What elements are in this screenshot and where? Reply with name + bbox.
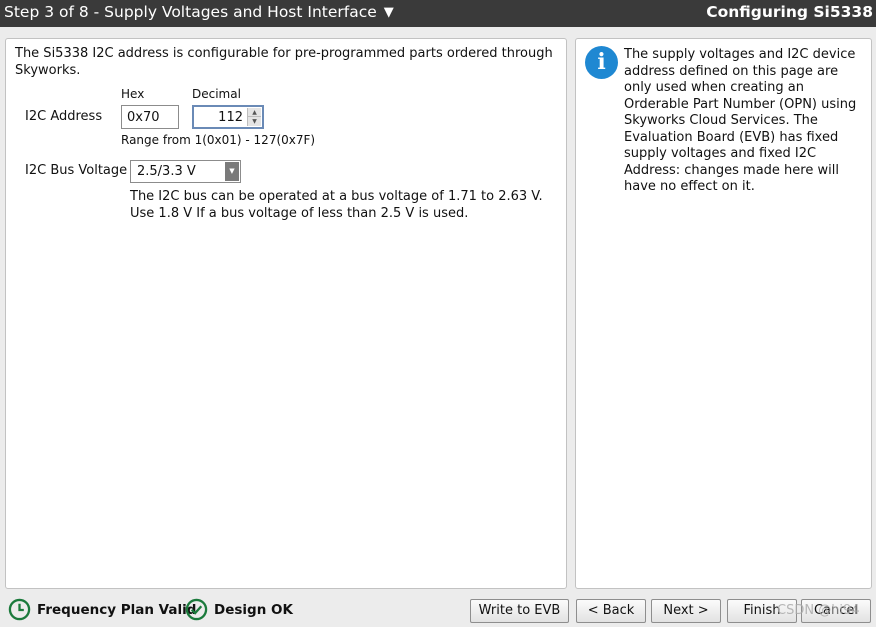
configuring-title: Configuring Si5338: [706, 3, 873, 21]
info-text: The supply voltages and I2C device addre…: [624, 47, 857, 194]
address-range-text: Range from 1(0x01) - 127(0x7F): [121, 133, 316, 147]
i2c-address-label: I2C Address: [25, 109, 103, 124]
decimal-address-input[interactable]: [194, 107, 246, 127]
write-to-evb-button[interactable]: Write to EVB: [470, 599, 569, 623]
step-title: Step 3 of 8 - Supply Voltages and Host I…: [4, 3, 377, 21]
bus-voltage-note: The I2C bus can be operated at a bus vol…: [130, 189, 543, 221]
hex-heading: Hex: [121, 87, 145, 101]
design-status: Design OK: [185, 598, 293, 621]
info-panel: i The supply voltages and I2C device add…: [575, 38, 872, 589]
decimal-heading: Decimal: [192, 87, 241, 101]
finish-button[interactable]: Finish: [727, 599, 797, 623]
dropdown-arrow-icon: ▼: [383, 4, 394, 20]
decimal-address-spinbox[interactable]: ▲ ▼: [192, 105, 264, 129]
hex-address-input[interactable]: [121, 105, 179, 129]
spinner: ▲ ▼: [247, 108, 261, 126]
i2c-bus-voltage-label: I2C Bus Voltage: [25, 163, 128, 178]
chevron-down-icon: ▼: [225, 162, 239, 181]
cancel-button[interactable]: Cancel: [801, 599, 871, 623]
intro-text: The Si5338 I2C address is configurable f…: [15, 46, 553, 78]
spin-down-icon[interactable]: ▼: [248, 117, 261, 126]
title-bar: Step 3 of 8 - Supply Voltages and Host I…: [0, 0, 876, 27]
spin-up-icon[interactable]: ▲: [248, 108, 261, 117]
step-dropdown[interactable]: Step 3 of 8 - Supply Voltages and Host I…: [4, 3, 394, 21]
frequency-plan-label: Frequency Plan Valid: [37, 601, 197, 618]
bus-voltage-select[interactable]: 2.5/3.3 V ▼: [130, 160, 241, 183]
checkmark-icon: [185, 598, 208, 621]
next-button[interactable]: Next >: [651, 599, 721, 623]
back-button[interactable]: < Back: [576, 599, 646, 623]
frequency-plan-status: Frequency Plan Valid: [8, 598, 196, 621]
bus-voltage-value: 2.5/3.3 V: [137, 164, 196, 179]
info-icon: i: [585, 46, 618, 79]
main-panel: The Si5338 I2C address is configurable f…: [5, 38, 567, 589]
clock-icon: [8, 598, 31, 621]
design-ok-label: Design OK: [214, 601, 293, 618]
